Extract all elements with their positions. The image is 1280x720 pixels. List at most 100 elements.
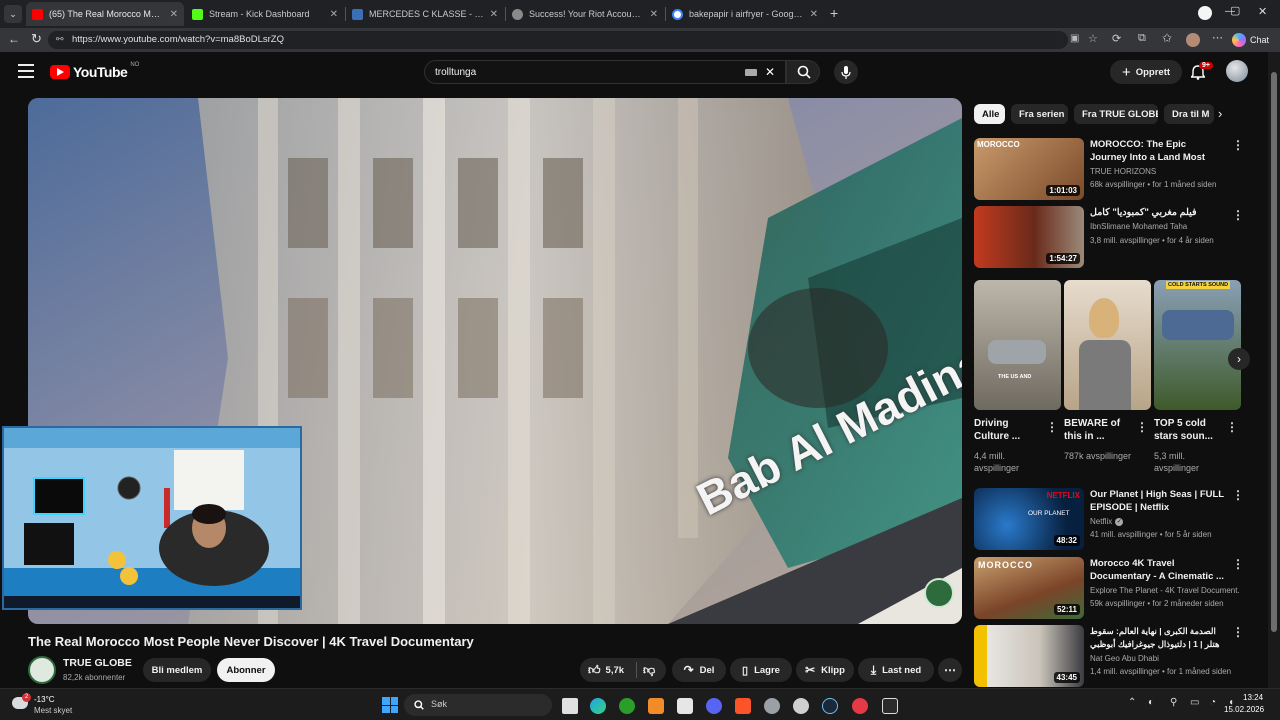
chip-all[interactable]: Alle — [974, 104, 1005, 124]
reader-mode-icon[interactable]: ▣ — [1070, 33, 1079, 44]
weather-widget[interactable]: 2 -13°C Mest skyet — [10, 693, 90, 717]
puzzle-icon[interactable]: ⧉ — [1138, 32, 1146, 45]
video-title[interactable]: الصدمة الكبرى | نهاية العالم: سقوط هتلر … — [1090, 625, 1224, 651]
store-icon[interactable] — [677, 698, 693, 714]
search-input[interactable]: trolltunga — [435, 67, 476, 78]
channel-name[interactable]: Nat Geo Abu Dhabi — [1090, 654, 1240, 663]
microphone-icon[interactable]: ⚲ — [1170, 697, 1177, 708]
video-thumbnail[interactable]: 43:45 — [974, 625, 1084, 687]
join-button[interactable]: Bli medlem — [143, 658, 211, 682]
more-vert-icon[interactable]: ⋮ — [1232, 138, 1244, 152]
discord-icon[interactable] — [706, 698, 722, 714]
channel-name[interactable]: TRUE HORIZONS — [1090, 167, 1240, 176]
clock-date[interactable]: 15.02.2026 — [1224, 705, 1264, 714]
task-view-icon[interactable] — [562, 698, 578, 714]
wifi-icon[interactable]: ◔ — [1210, 697, 1216, 708]
close-icon[interactable]: ✕ — [650, 9, 658, 20]
reload-icon[interactable]: ↻ — [31, 31, 42, 47]
copilot-chat-button[interactable]: Chat — [1232, 31, 1269, 49]
more-vert-icon[interactable]: ⋮ — [1232, 625, 1244, 639]
chevron-up-icon[interactable]: ⌃ — [1128, 697, 1136, 708]
video-title[interactable]: فيلم مغربي "كمبوديا" كامل — [1090, 206, 1224, 220]
video-thumbnail[interactable]: NETFLIX OUR PLANET 48:32 — [974, 488, 1084, 550]
epic-games-icon[interactable] — [882, 698, 898, 714]
close-icon[interactable]: ✕ — [810, 9, 818, 20]
tab-google[interactable]: bakepapir i airfryer - Google Search ✕ — [666, 2, 824, 26]
search-box[interactable]: trolltunga ✕ — [424, 60, 786, 84]
voice-search-button[interactable] — [834, 60, 858, 84]
tab-youtube[interactable]: (65) The Real Morocco Most People Never … — [26, 2, 184, 26]
scrollbar-thumb[interactable] — [1271, 72, 1277, 632]
keyboard-icon[interactable] — [745, 69, 757, 76]
brave-icon[interactable] — [735, 698, 751, 714]
chip-related[interactable]: Dra til M — [1164, 104, 1214, 124]
profile-avatar[interactable] — [1198, 6, 1212, 20]
maximize-button[interactable]: ▢ — [1230, 4, 1240, 17]
steam-icon[interactable] — [822, 698, 838, 714]
profile-avatar-small[interactable] — [1186, 33, 1200, 47]
xbox-icon[interactable] — [619, 698, 635, 714]
new-tab-button[interactable]: + — [830, 5, 838, 21]
more-vert-icon[interactable]: ⋮ — [1046, 420, 1058, 434]
clear-search-icon[interactable]: ✕ — [765, 65, 775, 79]
app-icon[interactable] — [852, 698, 868, 714]
short-thumbnail[interactable]: THE US AND — [974, 280, 1061, 410]
short-title[interactable]: Driving Culture ... — [974, 417, 1044, 445]
more-vert-icon[interactable]: ⋮ — [1136, 420, 1148, 434]
subscribe-button[interactable]: Abonner — [217, 658, 275, 682]
short-thumbnail[interactable]: COLD STARTS SOUND — [1154, 280, 1241, 410]
account-avatar[interactable] — [1226, 60, 1248, 82]
video-thumbnail[interactable]: MOROCCO 1:01:03 — [974, 138, 1084, 200]
youtube-logo[interactable]: YouTube NO — [50, 62, 139, 80]
more-vert-icon[interactable]: ⋮ — [1232, 488, 1244, 502]
chip-from-series[interactable]: Fra serien — [1011, 104, 1068, 124]
clip-button[interactable]: ✂ Klipp — [796, 658, 854, 682]
display-icon[interactable]: ▭ — [1190, 697, 1199, 708]
short-title[interactable]: TOP 5 cold stars soun... — [1154, 417, 1224, 445]
dislike-button[interactable]: 👎︎ — [643, 663, 655, 678]
chip-from-channel[interactable]: Fra TRUE GLOBE — [1074, 104, 1158, 124]
more-vert-icon[interactable]: ⋮ — [1232, 557, 1244, 571]
search-button[interactable] — [786, 60, 820, 84]
short-thumbnail[interactable] — [1064, 280, 1151, 410]
settings-gear-icon[interactable] — [764, 698, 780, 714]
address-bar[interactable]: ⚯ https://www.youtube.com/watch?v=ma8BoD… — [48, 31, 1098, 49]
app-icon[interactable] — [793, 698, 809, 714]
favorite-star-icon[interactable]: ☆ — [1088, 32, 1098, 45]
tab-list-button[interactable]: ⌄ — [4, 5, 22, 23]
like-button[interactable]: 👍︎ 5,7k — [588, 663, 624, 678]
video-title[interactable]: Morocco 4K Travel Documentary - A Cinema… — [1090, 557, 1224, 583]
chevron-right-icon[interactable]: › — [1218, 106, 1222, 121]
more-vert-icon[interactable]: ⋮ — [1232, 208, 1244, 222]
save-button[interactable]: ▯ Lagre — [730, 658, 792, 682]
edge-browser-icon[interactable] — [590, 698, 606, 714]
tab-kick[interactable]: Stream - Kick Dashboard ✕ — [186, 2, 344, 26]
video-title[interactable]: MOROCCO: The Epic Journey Into a Land Mo… — [1090, 138, 1224, 164]
notifications-button[interactable]: 9+ — [1188, 62, 1213, 84]
channel-name[interactable]: Explore The Planet - 4K Travel Document.… — [1090, 586, 1240, 595]
share-button[interactable]: ↷ Del — [672, 658, 726, 682]
favorites-icon[interactable]: ✩ — [1162, 31, 1172, 45]
tab-riot[interactable]: Success! Your Riot Account is now... ✕ — [506, 2, 664, 26]
clock-time[interactable]: 13:24 — [1243, 693, 1263, 702]
download-button[interactable]: ⤓ Last ned — [858, 658, 934, 682]
channel-name[interactable]: IbnSlimane Mohamed Taha — [1090, 222, 1240, 231]
page-scrollbar[interactable] — [1268, 52, 1280, 688]
close-icon[interactable]: ✕ — [170, 9, 178, 20]
channel-avatar[interactable] — [28, 656, 56, 684]
more-menu-icon[interactable]: ⋯ — [1212, 31, 1223, 44]
app-icon[interactable] — [648, 698, 664, 714]
video-title[interactable]: Our Planet | High Seas | FULL EPISODE | … — [1090, 488, 1224, 514]
windows-start-button[interactable] — [382, 697, 398, 713]
video-thumbnail[interactable]: MOROCCO 52:11 — [974, 557, 1084, 619]
close-icon[interactable]: ✕ — [330, 9, 338, 20]
site-info-icon[interactable]: ⚯ — [56, 34, 64, 45]
extensions-icon[interactable]: ⟳ — [1112, 32, 1121, 45]
back-arrow-icon[interactable]: ← — [8, 32, 20, 46]
short-title[interactable]: BEWARE of this in ... — [1064, 417, 1134, 445]
more-actions-button[interactable]: ⋯ — [938, 658, 962, 682]
more-vert-icon[interactable]: ⋮ — [1226, 420, 1238, 434]
network-icon[interactable]: ◐ — [1148, 697, 1154, 708]
channel-name[interactable]: Netflix — [1090, 517, 1112, 526]
taskbar-search-box[interactable]: Søk — [404, 694, 552, 716]
